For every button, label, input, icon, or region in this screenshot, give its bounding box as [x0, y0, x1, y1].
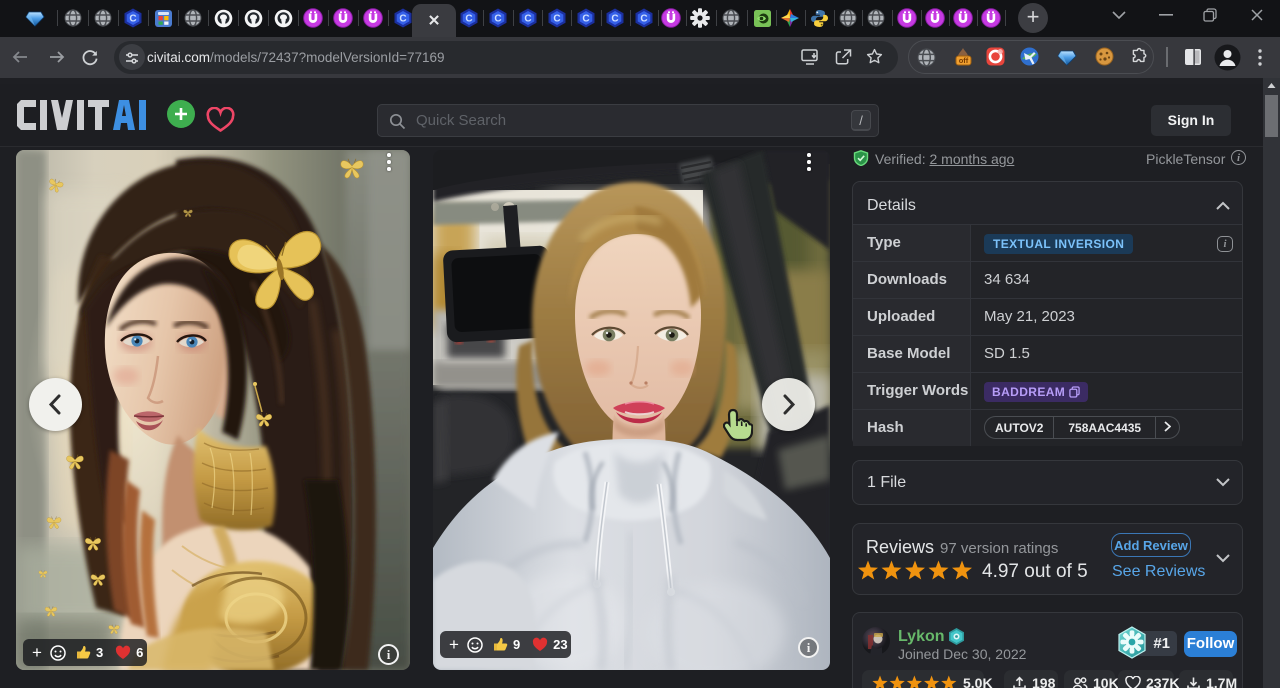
svg-text:C: C [399, 14, 406, 25]
svg-text:C: C [611, 14, 618, 25]
svg-text:C: C [494, 14, 501, 25]
svg-text:C: C [524, 14, 531, 25]
svg-text:C: C [465, 14, 472, 25]
svg-text:C: C [553, 14, 560, 25]
svg-text:C: C [582, 14, 589, 25]
svg-text:C: C [129, 14, 136, 25]
svg-text:off: off [959, 56, 969, 65]
svg-text:C: C [640, 14, 647, 25]
